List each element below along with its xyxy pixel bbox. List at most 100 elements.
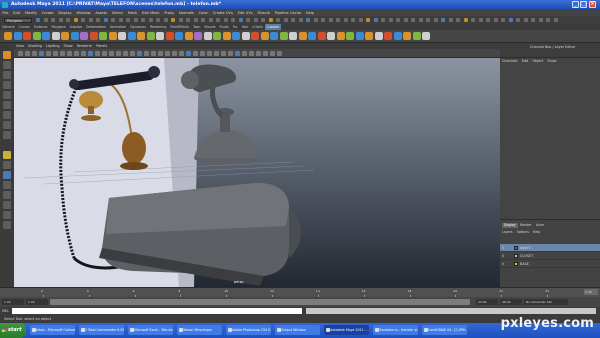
layer-visibility-toggle[interactable]: V bbox=[502, 262, 504, 266]
status-line-tool-icon[interactable] bbox=[366, 18, 370, 22]
status-line-tool-icon[interactable] bbox=[358, 18, 363, 22]
status-line-tool-icon[interactable] bbox=[246, 18, 250, 22]
menu-item-mesh[interactable]: Mesh bbox=[128, 11, 137, 15]
viewport-tool-icon[interactable] bbox=[221, 50, 226, 56]
viewport-tool-icon[interactable] bbox=[123, 50, 128, 56]
shelf-tool-icon[interactable] bbox=[70, 32, 79, 40]
shelf-tool-icon[interactable] bbox=[23, 32, 31, 40]
viewport-tool-icon[interactable] bbox=[95, 50, 100, 56]
shelf-tool-icon[interactable] bbox=[222, 32, 231, 40]
taskbar-button[interactable]: 2 Total Commander 6.53 bbox=[79, 325, 124, 335]
status-line-tool-icon[interactable] bbox=[268, 18, 273, 22]
shelf-tool-icon[interactable] bbox=[184, 32, 193, 40]
shelf-tool-icon[interactable] bbox=[241, 32, 250, 40]
channel-box-menu-show[interactable]: Show bbox=[547, 59, 556, 63]
current-frame-field[interactable]: 1.00 bbox=[584, 289, 598, 295]
shelf-tool-icon[interactable] bbox=[175, 32, 183, 40]
shelf-tool-icon[interactable] bbox=[61, 32, 69, 40]
playback-end-field[interactable]: 24.00 bbox=[476, 299, 498, 305]
status-line-tool-icon[interactable] bbox=[223, 18, 228, 22]
status-line-tool-icon[interactable] bbox=[441, 18, 445, 22]
shelf-tool-icon[interactable] bbox=[355, 32, 364, 40]
command-input[interactable] bbox=[12, 308, 302, 314]
status-line-tool-icon[interactable] bbox=[328, 18, 333, 22]
status-line-tool-icon[interactable] bbox=[388, 18, 393, 22]
layout-four-icon[interactable] bbox=[3, 161, 11, 169]
animation-end-field[interactable]: 48.00 bbox=[500, 299, 522, 305]
viewport-tool-icon[interactable] bbox=[256, 50, 261, 56]
shelf-tool-icon[interactable] bbox=[32, 32, 41, 40]
viewport-tool-icon[interactable] bbox=[158, 50, 163, 56]
status-line-tool-icon[interactable] bbox=[261, 18, 265, 22]
status-line-tool-icon[interactable] bbox=[111, 18, 115, 22]
status-line-tool-icon[interactable] bbox=[493, 18, 498, 22]
minimize-button[interactable]: _ bbox=[572, 1, 579, 8]
status-line-tool-icon[interactable] bbox=[133, 18, 138, 22]
taskbar-button[interactable]: Output Window bbox=[275, 325, 320, 335]
viewport-tool-icon[interactable] bbox=[116, 50, 121, 56]
viewport-tool-icon[interactable] bbox=[130, 50, 135, 56]
status-line-tool-icon[interactable] bbox=[178, 18, 183, 22]
maximize-button[interactable]: □ bbox=[580, 1, 587, 8]
viewport-tool-icon[interactable] bbox=[207, 50, 212, 56]
status-line-tool-icon[interactable] bbox=[216, 18, 220, 22]
channel-box-menu-object[interactable]: Object bbox=[532, 59, 543, 63]
menu-set-select[interactable]: Polygons bbox=[4, 17, 32, 23]
shelf-tool-icon[interactable] bbox=[203, 32, 212, 40]
viewport-tool-icon[interactable] bbox=[242, 50, 247, 56]
viewport-tool-icon[interactable] bbox=[74, 50, 79, 56]
layer-row[interactable]: V BASE bbox=[500, 260, 600, 268]
layout-persp-outliner-icon[interactable] bbox=[3, 171, 11, 179]
shelf-tool-icon[interactable] bbox=[374, 32, 383, 40]
status-line-tool-icon[interactable] bbox=[508, 18, 513, 22]
viewport-tool-icon[interactable] bbox=[46, 50, 51, 56]
viewport-tool-icon[interactable] bbox=[249, 50, 254, 56]
menu-item-select[interactable]: Select bbox=[112, 11, 123, 15]
shelf-tool-icon[interactable] bbox=[194, 32, 202, 40]
shelf-tool-icon[interactable] bbox=[270, 32, 278, 40]
menu-item-edit-mesh[interactable]: Edit Mesh bbox=[142, 11, 160, 15]
status-line-tool-icon[interactable] bbox=[81, 18, 85, 22]
viewport-tool-icon[interactable] bbox=[186, 50, 191, 56]
move-tool-icon[interactable] bbox=[3, 81, 11, 89]
viewport-tool-icon[interactable] bbox=[32, 50, 37, 56]
status-line-tool-icon[interactable] bbox=[103, 18, 108, 22]
shelf-tool-icon[interactable] bbox=[336, 32, 345, 40]
status-line-tool-icon[interactable] bbox=[433, 18, 438, 22]
shelf-tool-icon[interactable] bbox=[308, 32, 316, 40]
layout-render-icon[interactable] bbox=[3, 221, 11, 229]
shelf-tool-icon[interactable] bbox=[422, 32, 430, 40]
status-line-tool-icon[interactable] bbox=[306, 18, 310, 22]
status-line-tool-icon[interactable] bbox=[486, 18, 490, 22]
shelf-tool-icon[interactable] bbox=[118, 32, 126, 40]
viewport-tool-icon[interactable] bbox=[39, 50, 44, 56]
shelf-tool-icon[interactable] bbox=[384, 32, 392, 40]
shelf-tool-icon[interactable] bbox=[80, 32, 88, 40]
shelf-tool-icon[interactable] bbox=[165, 32, 174, 40]
shelf-tool-icon[interactable] bbox=[365, 32, 373, 40]
status-line-tool-icon[interactable] bbox=[336, 18, 340, 22]
status-line-tool-icon[interactable] bbox=[403, 18, 408, 22]
status-line-tool-icon[interactable] bbox=[523, 18, 528, 22]
viewport-tool-icon[interactable] bbox=[228, 50, 233, 56]
shelf-tool-icon[interactable] bbox=[99, 32, 107, 40]
start-button[interactable]: start bbox=[0, 323, 26, 338]
channel-box-menu-channels[interactable]: Channels bbox=[502, 59, 518, 63]
select-tool-icon[interactable] bbox=[3, 51, 11, 59]
shelf-tool-icon[interactable] bbox=[327, 32, 335, 40]
viewport-tool-icon[interactable] bbox=[60, 50, 65, 56]
viewport-tool-icon[interactable] bbox=[263, 50, 268, 56]
menu-item-create[interactable]: Create bbox=[42, 11, 54, 15]
status-line-tool-icon[interactable] bbox=[381, 18, 385, 22]
viewport-tool-icon[interactable] bbox=[25, 50, 30, 56]
command-language-label[interactable]: MEL bbox=[2, 309, 9, 313]
layer-visibility-toggle[interactable]: V bbox=[502, 254, 504, 258]
status-line-tool-icon[interactable] bbox=[471, 18, 475, 22]
status-line-tool-icon[interactable] bbox=[298, 18, 303, 22]
status-line-tool-icon[interactable] bbox=[373, 18, 378, 22]
menu-item-color[interactable]: Color bbox=[199, 11, 208, 15]
layer-row[interactable]: Vlayer3 bbox=[500, 244, 600, 252]
status-line-tool-icon[interactable] bbox=[118, 18, 123, 22]
status-line-tool-icon[interactable] bbox=[163, 18, 168, 22]
shelf-tool-icon[interactable] bbox=[146, 32, 155, 40]
